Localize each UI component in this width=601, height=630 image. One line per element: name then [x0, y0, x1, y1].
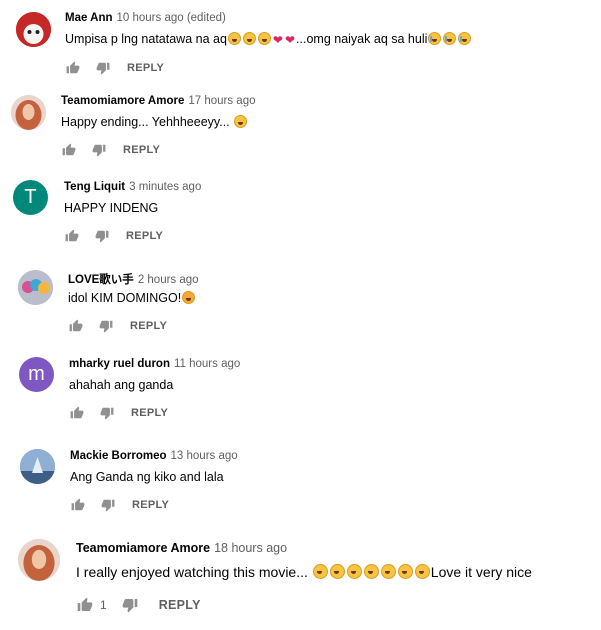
- thumb-up-icon[interactable]: [65, 60, 81, 76]
- rofl-emoji-icon: [257, 32, 271, 45]
- reply-button[interactable]: REPLY: [132, 499, 169, 511]
- comment-text: Ang Ganda ng kiko and lala: [70, 470, 224, 484]
- thumb-up-icon[interactable]: [68, 318, 84, 334]
- comment-text: HAPPY INDENG: [64, 201, 159, 215]
- thumb-down-icon[interactable]: [94, 228, 110, 244]
- heart-emoji-icon: ❤: [272, 33, 283, 47]
- avatar[interactable]: [18, 539, 60, 581]
- comment-author[interactable]: Mae Ann: [65, 12, 113, 24]
- comment-author[interactable]: Teamomiamore Amore: [76, 541, 210, 555]
- laughing-emoji-icon: [346, 564, 362, 579]
- comment-author[interactable]: Teamomiamore Amore: [61, 95, 184, 107]
- comment-text: Happy ending... Yehhheeeyy...: [61, 115, 248, 129]
- crying-emoji-icon: [428, 32, 442, 45]
- avatar[interactable]: m: [19, 357, 54, 392]
- avatar[interactable]: [18, 270, 53, 305]
- avatar[interactable]: [20, 449, 55, 484]
- comment-timestamp[interactable]: 11 hours ago: [174, 358, 240, 370]
- reply-button[interactable]: REPLY: [159, 598, 201, 612]
- heart-eyes-cat-emoji-icon: [182, 291, 196, 304]
- comment-text: I really enjoyed watching this movie... …: [76, 564, 532, 580]
- reply-button[interactable]: REPLY: [123, 144, 160, 156]
- crying-emoji-icon: [458, 32, 472, 45]
- rofl-emoji-icon: [397, 564, 413, 579]
- comment-timestamp[interactable]: 13 hours ago: [171, 450, 238, 462]
- comment-timestamp[interactable]: 18 hours ago: [214, 541, 287, 555]
- reply-button[interactable]: REPLY: [131, 407, 168, 419]
- laughing-emoji-icon: [312, 564, 328, 579]
- rofl-emoji-icon: [363, 564, 379, 579]
- thumb-up-icon[interactable]: [61, 142, 77, 158]
- avatar-letter: m: [28, 363, 45, 385]
- heart-emoji-icon: ❤: [284, 33, 296, 47]
- avatar[interactable]: T: [13, 180, 48, 215]
- comment-text: ahahah ang ganda: [69, 378, 174, 392]
- rofl-emoji-icon: [227, 32, 241, 45]
- thumb-down-icon[interactable]: [98, 318, 114, 334]
- rofl-emoji-icon: [329, 564, 345, 579]
- avatar[interactable]: [11, 95, 46, 130]
- thumb-up-icon[interactable]: [70, 497, 86, 513]
- comment-text: Umpisa p lng natatawa na aq ❤ ❤...omg naiy…: [65, 32, 472, 47]
- comment-author[interactable]: LOVE歌い手: [68, 274, 134, 286]
- thumb-down-icon[interactable]: [91, 142, 107, 158]
- comment-timestamp[interactable]: 3 minutes ago: [129, 181, 201, 193]
- crying-emoji-icon: [443, 32, 457, 45]
- avatar-letter: T: [24, 186, 37, 208]
- comment-timestamp[interactable]: 17 hours ago: [188, 95, 255, 107]
- reply-button[interactable]: REPLY: [130, 320, 167, 332]
- thumb-down-icon[interactable]: [100, 497, 116, 513]
- thumb-up-icon[interactable]: [64, 228, 80, 244]
- comment-text: idol KIM DOMINGO!: [68, 291, 196, 305]
- thumb-down-icon[interactable]: [121, 596, 139, 614]
- laughing-emoji-icon: [380, 564, 396, 579]
- comment-author[interactable]: mharky ruel duron: [69, 358, 170, 370]
- heart-eyes-emoji-icon: [234, 115, 248, 128]
- laughing-emoji-icon: [414, 564, 430, 579]
- thumb-down-icon[interactable]: [99, 405, 115, 421]
- comment-author[interactable]: Mackie Borromeo: [70, 450, 167, 462]
- reply-button[interactable]: REPLY: [127, 62, 164, 74]
- thumb-up-icon[interactable]: [76, 596, 94, 614]
- comment-timestamp[interactable]: 2 hours ago: [138, 274, 199, 286]
- comment-timestamp[interactable]: 10 hours ago (edited): [117, 12, 226, 24]
- rofl-emoji-icon: [242, 32, 256, 45]
- reply-button[interactable]: REPLY: [126, 230, 163, 242]
- avatar[interactable]: [16, 12, 51, 47]
- thumb-up-icon[interactable]: [69, 405, 85, 421]
- comment-author[interactable]: Teng Liquit: [64, 181, 125, 193]
- like-count: 1: [100, 598, 107, 612]
- thumb-down-icon[interactable]: [95, 60, 111, 76]
